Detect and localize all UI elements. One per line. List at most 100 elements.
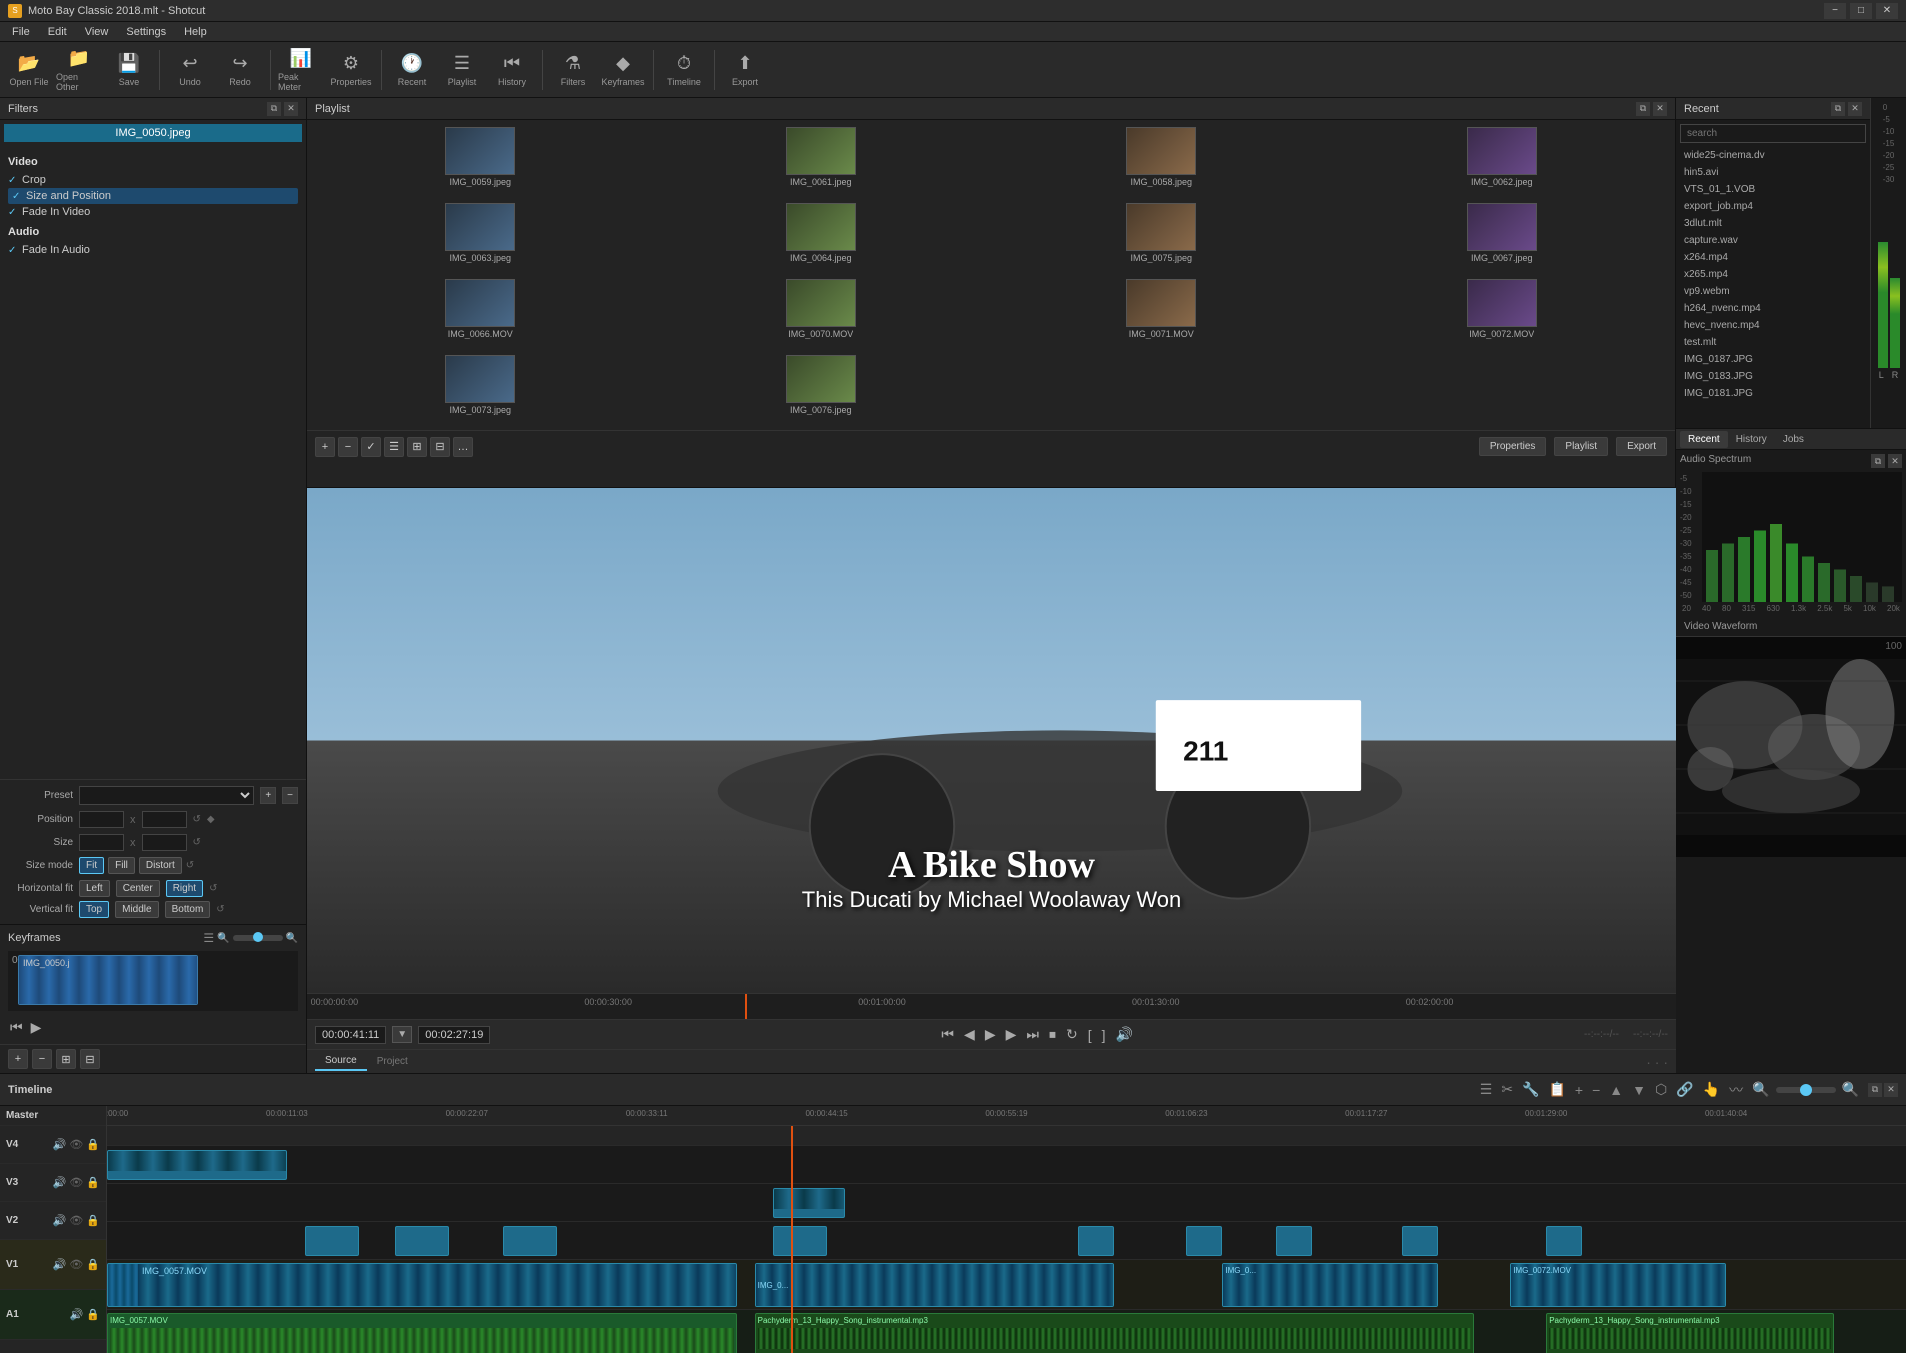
pl-properties-btn[interactable]: Properties xyxy=(1479,437,1547,456)
pl-detail-btn[interactable]: ⊟ xyxy=(430,437,450,457)
vfit-middle[interactable]: Middle xyxy=(115,901,158,918)
v2-audio-icon[interactable]: 🔊 xyxy=(53,1214,67,1227)
menu-settings[interactable]: Settings xyxy=(118,24,174,40)
v2-clip-5[interactable] xyxy=(1078,1226,1114,1256)
a1-clip-2[interactable]: Pachyderm_13_Happy_Song_instrumental.mp3 xyxy=(755,1313,1475,1353)
pl-list-btn[interactable]: ☰ xyxy=(384,437,404,457)
filters-panel-close-btn[interactable]: ✕ xyxy=(284,102,298,116)
recent-item[interactable]: wide25-cinema.dv xyxy=(1680,147,1866,164)
menu-view[interactable]: View xyxy=(77,24,117,40)
tl-snap-btn[interactable]: 🔧 xyxy=(1519,1079,1542,1100)
playlist-item[interactable]: IMG_0075.jpeg xyxy=(992,200,1331,274)
size-w-input[interactable]: 2013 xyxy=(79,834,124,851)
kf-menu-btn[interactable]: ☰ xyxy=(203,931,214,945)
tl-close-btn[interactable]: ✕ xyxy=(1884,1083,1898,1097)
filters-button[interactable]: ⚗ Filters xyxy=(550,46,596,94)
right-float-btn[interactable]: ⧉ xyxy=(1831,102,1845,116)
close-button[interactable]: ✕ xyxy=(1876,3,1898,19)
preview-loop-btn[interactable]: ↻ xyxy=(1064,1024,1080,1045)
position-keyframe-btn[interactable]: ◆ xyxy=(207,814,215,825)
project-tab[interactable]: Project xyxy=(367,1053,418,1070)
recent-item[interactable]: hin5.avi xyxy=(1680,164,1866,181)
tl-remove-btn[interactable]: − xyxy=(1589,1080,1603,1100)
properties-button[interactable]: ⚙ Properties xyxy=(328,46,374,94)
hfit-reset[interactable]: ↺ xyxy=(209,883,217,894)
v1-audio-icon[interactable]: 🔊 xyxy=(53,1258,67,1271)
jobs-tab[interactable]: Jobs xyxy=(1775,431,1812,448)
preview-skip-start-btn[interactable]: ⏮ xyxy=(939,1024,956,1045)
recent-item[interactable]: x264.mp4 xyxy=(1680,249,1866,266)
v2-clip-1[interactable] xyxy=(305,1226,359,1256)
undo-button[interactable]: ↩ Undo xyxy=(167,46,213,94)
right-close-btn[interactable]: ✕ xyxy=(1848,102,1862,116)
playlist-item[interactable]: IMG_0071.MOV xyxy=(992,276,1331,350)
vfit-reset[interactable]: ↺ xyxy=(216,904,224,915)
recent-search-input[interactable] xyxy=(1680,124,1866,143)
playlist-float-btn[interactable]: ⧉ xyxy=(1636,102,1650,116)
tl-add-track-btn[interactable]: + xyxy=(1572,1080,1586,1100)
spectrum-float-btn[interactable]: ⧉ xyxy=(1871,454,1885,468)
redo-button[interactable]: ↪ Redo xyxy=(217,46,263,94)
playlist-item[interactable]: IMG_0070.MOV xyxy=(652,276,991,350)
position-x-input[interactable]: -47 xyxy=(79,811,124,828)
recent-item[interactable]: export_job.mp4 xyxy=(1680,198,1866,215)
tl-zoom-handle[interactable] xyxy=(1800,1084,1812,1096)
tl-lift-btn[interactable]: ▲ xyxy=(1606,1080,1626,1100)
recent-tab[interactable]: Recent xyxy=(1680,431,1728,448)
filter-paste-btn[interactable]: ⊟ xyxy=(80,1049,100,1069)
v2-clip-9[interactable] xyxy=(1546,1226,1582,1256)
pl-check-btn[interactable]: ✓ xyxy=(361,437,381,457)
v4-eye-icon[interactable]: 👁 xyxy=(69,1138,83,1151)
source-tab[interactable]: Source xyxy=(315,1052,367,1071)
recent-item[interactable]: h264_nvenc.mp4 xyxy=(1680,300,1866,317)
playlist-item[interactable]: IMG_0067.jpeg xyxy=(1333,200,1672,274)
preview-skip-end-btn[interactable]: ⏭ xyxy=(1024,1024,1041,1045)
history-button[interactable]: ⏮ History xyxy=(489,46,535,94)
recent-item[interactable]: vp9.webm xyxy=(1680,283,1866,300)
hfit-left[interactable]: Left xyxy=(79,880,110,897)
playlist-item[interactable]: IMG_0072.MOV xyxy=(1333,276,1672,350)
recent-item[interactable]: IMG_0187.JPG xyxy=(1680,351,1866,368)
v1-clip-2[interactable]: IMG_0... xyxy=(755,1263,1115,1307)
playlist-item[interactable]: IMG_0062.jpeg xyxy=(1333,124,1672,198)
hfit-right[interactable]: Right xyxy=(166,880,203,897)
v2-clip-7[interactable] xyxy=(1276,1226,1312,1256)
position-y-input[interactable]: -26 xyxy=(142,811,187,828)
tl-zoom-out-btn[interactable]: 🔍 xyxy=(1749,1079,1772,1100)
tl-ripple2-btn[interactable]: 〰 xyxy=(1726,1078,1746,1102)
kf-play-btn[interactable]: ▶ xyxy=(29,1017,44,1038)
v2-clip-3[interactable] xyxy=(503,1226,557,1256)
export-button[interactable]: ⬆ Export xyxy=(722,46,768,94)
menu-edit[interactable]: Edit xyxy=(40,24,75,40)
kf-prev-btn[interactable]: ⏮ xyxy=(8,1017,25,1038)
recent-item[interactable]: hevc_nvenc.mp4 xyxy=(1680,317,1866,334)
tl-ripple-btn[interactable]: ⬡ xyxy=(1652,1079,1670,1100)
minimize-button[interactable]: − xyxy=(1824,3,1846,19)
pl-playlist-btn[interactable]: Playlist xyxy=(1554,437,1608,456)
v3-eye-icon[interactable]: 👁 xyxy=(69,1176,83,1189)
preview-out-btn[interactable]: ] xyxy=(1100,1025,1108,1045)
save-button[interactable]: 💾 Save xyxy=(106,46,152,94)
v2-clip-2[interactable] xyxy=(395,1226,449,1256)
playlist-button[interactable]: ☰ Playlist xyxy=(439,46,485,94)
a1-clip-1[interactable]: IMG_0057.MOV xyxy=(107,1313,737,1353)
size-h-input[interactable]: 1132 xyxy=(142,834,187,851)
playlist-close-btn[interactable]: ✕ xyxy=(1653,102,1667,116)
playlist-item[interactable]: IMG_0058.jpeg xyxy=(992,124,1331,198)
preview-prev-frame-btn[interactable]: ◀ xyxy=(962,1024,977,1045)
playlist-item[interactable]: IMG_0066.MOV xyxy=(311,276,650,350)
filter-remove-btn[interactable]: − xyxy=(32,1049,52,1069)
maximize-button[interactable]: □ xyxy=(1850,3,1872,19)
v2-clip-4[interactable] xyxy=(773,1226,827,1256)
size-mode-distort[interactable]: Distort xyxy=(139,857,182,874)
preset-remove-btn[interactable]: − xyxy=(282,787,298,804)
recent-item[interactable]: test.mlt xyxy=(1680,334,1866,351)
recent-item[interactable]: IMG_0181.JPG xyxy=(1680,385,1866,402)
history-tab[interactable]: History xyxy=(1728,431,1775,448)
menu-help[interactable]: Help xyxy=(176,24,215,40)
keyframes-button[interactable]: ◆ Keyframes xyxy=(600,46,646,94)
v1-clip-4[interactable]: IMG_0072.MOV xyxy=(1510,1263,1726,1307)
a1-lock-icon[interactable]: 🔒 xyxy=(86,1308,100,1321)
tl-overwrite-btn[interactable]: ▼ xyxy=(1629,1080,1649,1100)
preview-in-btn[interactable]: [ xyxy=(1086,1025,1094,1045)
